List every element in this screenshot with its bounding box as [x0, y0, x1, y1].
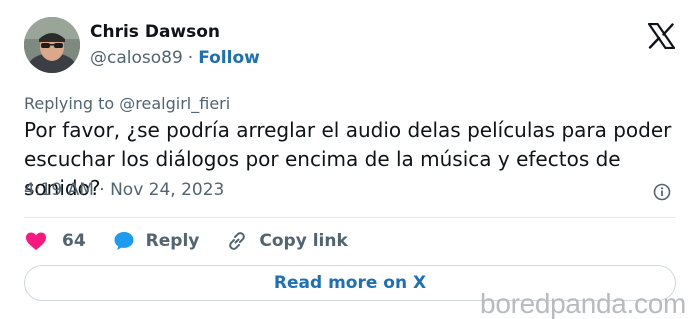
- avatar-photo: [24, 17, 80, 73]
- x-logo-icon[interactable]: [647, 22, 676, 50]
- reply-prefix: Replying to: [24, 94, 115, 113]
- info-icon[interactable]: [653, 183, 671, 201]
- like-button[interactable]: 64: [24, 229, 86, 253]
- author-name[interactable]: Chris Dawson: [90, 22, 220, 42]
- separator-dot: ·: [187, 48, 194, 68]
- divider: [24, 217, 676, 218]
- link-icon: [225, 229, 249, 253]
- watermark-text: boredpanda.com: [480, 288, 686, 319]
- author-handle-row: @caloso89 · Follow: [90, 48, 260, 68]
- tweet-timestamp[interactable]: 4:19 AM · Nov 24, 2023: [24, 180, 224, 200]
- like-count: 64: [62, 231, 86, 251]
- reply-mention[interactable]: @realgirl_fieri: [119, 94, 230, 113]
- reply-label: Reply: [145, 231, 200, 251]
- copy-link-label: Copy link: [259, 231, 348, 251]
- action-bar: 64 Reply Copy link: [24, 228, 374, 254]
- copy-link-button[interactable]: Copy link: [225, 229, 348, 253]
- speech-bubble-icon: [112, 229, 136, 253]
- follow-button[interactable]: Follow: [198, 48, 260, 68]
- reply-button[interactable]: Reply: [112, 229, 200, 253]
- heart-icon: [24, 229, 48, 253]
- avatar[interactable]: [24, 17, 80, 73]
- reply-context: Replying to @realgirl_fieri: [24, 94, 230, 113]
- author-handle[interactable]: @caloso89: [90, 48, 183, 68]
